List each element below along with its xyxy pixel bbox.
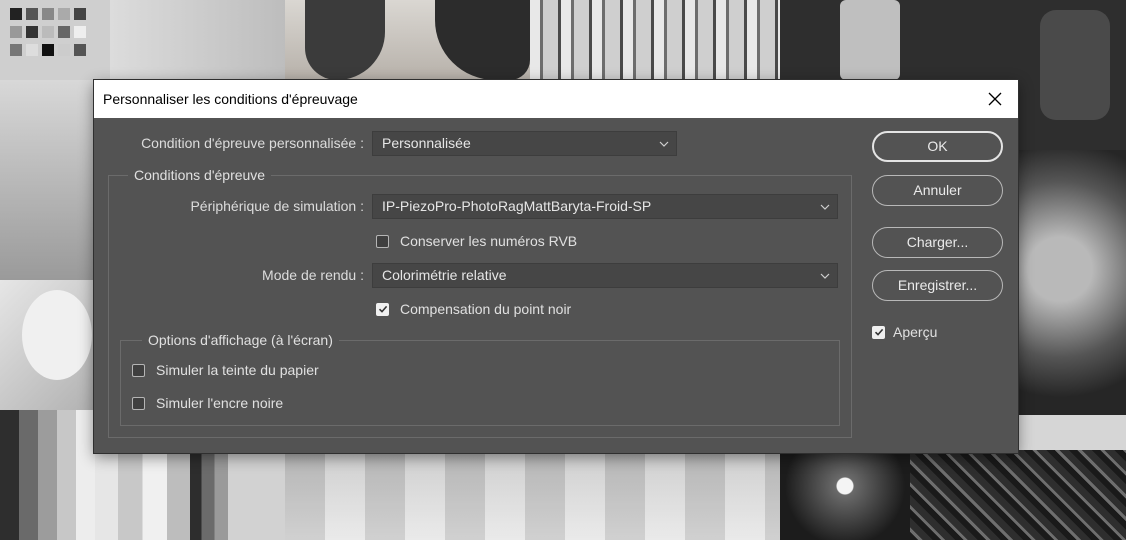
- preserve-rgb-label: Conserver les numéros RVB: [400, 233, 578, 249]
- rendering-intent-select[interactable]: Colorimétrie relative: [372, 263, 838, 288]
- close-icon: [988, 92, 1002, 106]
- checkbox-box[interactable]: [376, 302, 389, 316]
- preview-label: Aperçu: [893, 324, 938, 340]
- close-button[interactable]: [972, 80, 1018, 118]
- simulate-black-ink-checkbox[interactable]: Simuler l'encre noire: [132, 395, 283, 411]
- flowers-photo: [0, 80, 100, 280]
- proof-conditions-legend: Conditions d'épreuve: [128, 167, 272, 183]
- gray-patches-photo: [95, 450, 285, 540]
- texture-photo: [910, 450, 1126, 540]
- checkbox-box[interactable]: [132, 363, 145, 377]
- baby-portrait-photo: [0, 280, 100, 410]
- rendering-intent-value: Colorimétrie relative: [382, 267, 507, 283]
- cancel-button[interactable]: Annuler: [872, 175, 1003, 206]
- chevron-down-icon: [659, 141, 669, 147]
- customize-proof-dialog: Personnaliser les conditions d'épreuvage…: [94, 80, 1018, 453]
- checkmark-icon: [874, 328, 883, 336]
- still-life-photo: [110, 0, 285, 80]
- strawberry-photo: [1016, 150, 1126, 415]
- ok-button[interactable]: OK: [872, 131, 1003, 162]
- simulate-paper-color-checkbox[interactable]: Simuler la teinte du papier: [132, 362, 319, 378]
- dialog-title: Personnaliser les conditions d'épreuvage: [103, 91, 358, 107]
- custom-condition-select[interactable]: Personnalisée: [372, 131, 677, 156]
- save-button[interactable]: Enregistrer...: [872, 270, 1003, 301]
- chevron-down-icon: [820, 273, 830, 279]
- simulate-paper-color-label: Simuler la teinte du papier: [156, 362, 319, 378]
- checkmark-icon: [378, 305, 387, 313]
- test-chart-photo: [285, 450, 780, 540]
- dialog-titlebar[interactable]: Personnaliser les conditions d'épreuvage: [94, 80, 1018, 118]
- simulation-device-select[interactable]: IP-PiezoPro-PhotoRagMattBaryta-Froid-SP: [372, 194, 838, 219]
- simulate-black-ink-label: Simuler l'encre noire: [156, 395, 284, 411]
- display-options-group: [120, 340, 840, 426]
- black-point-compensation-checkbox[interactable]: Compensation du point noir: [376, 301, 571, 317]
- rock-arch-photo: [285, 0, 530, 80]
- preview-checkbox[interactable]: Aperçu: [872, 324, 937, 340]
- checkbox-box[interactable]: [132, 396, 145, 410]
- custom-condition-label: Condition d'épreuve personnalisée :: [141, 135, 364, 151]
- aspen-forest-photo: [530, 0, 780, 80]
- color-chart-photo: [0, 0, 110, 80]
- grayscale-ramp-photo: [0, 410, 95, 540]
- display-options-legend: Options d'affichage (à l'écran): [142, 332, 339, 348]
- sunset-photo: [780, 450, 910, 540]
- photo-border: [1016, 415, 1126, 450]
- checkbox-box[interactable]: [872, 325, 885, 339]
- checkbox-box[interactable]: [376, 234, 389, 248]
- black-point-compensation-label: Compensation du point noir: [400, 301, 572, 317]
- preserve-rgb-checkbox[interactable]: Conserver les numéros RVB: [376, 233, 577, 249]
- chevron-down-icon: [820, 204, 830, 210]
- load-button[interactable]: Charger...: [872, 227, 1003, 258]
- simulation-device-label: Périphérique de simulation :: [190, 198, 364, 214]
- custom-condition-value: Personnalisée: [382, 135, 471, 151]
- simulation-device-value: IP-PiezoPro-PhotoRagMattBaryta-Froid-SP: [382, 198, 652, 214]
- rendering-intent-label: Mode de rendu :: [262, 267, 364, 283]
